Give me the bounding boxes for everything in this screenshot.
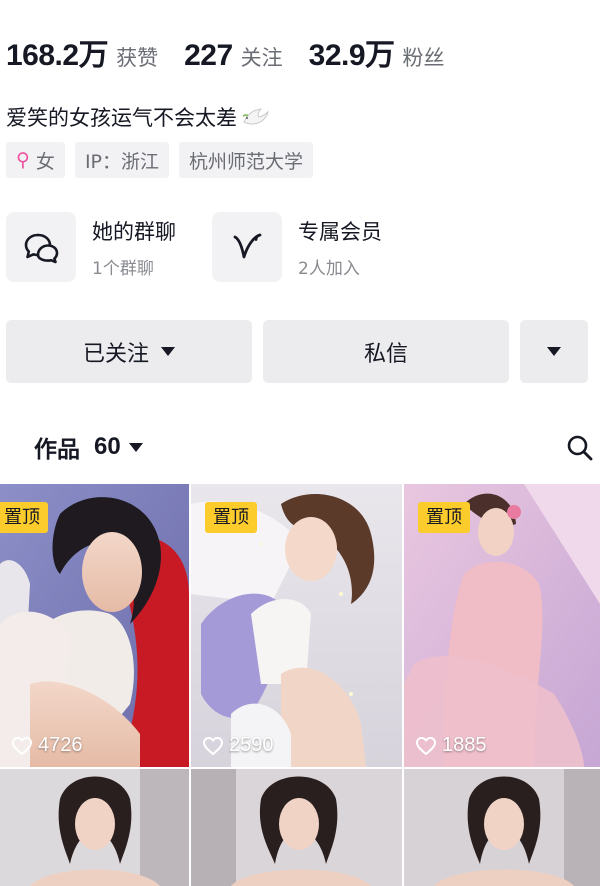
video-cover-image xyxy=(0,769,189,886)
pinned-badge: 置顶 xyxy=(205,502,257,533)
likes-label: 获赞 xyxy=(116,46,159,70)
followers-count: 32.9万 xyxy=(308,39,395,72)
video-thumbnail[interactable] xyxy=(191,769,402,886)
more-dropdown-button[interactable] xyxy=(520,320,588,383)
bio-text: 爱笑的女孩运气不会太差 xyxy=(6,106,237,130)
works-tab[interactable]: 作品 60 xyxy=(34,430,143,464)
caret-down-icon xyxy=(547,347,561,356)
likes-count: 168.2万 xyxy=(6,39,109,72)
like-count: 2590 xyxy=(203,734,274,757)
video-cover-image xyxy=(404,769,600,886)
like-count-text: 2590 xyxy=(229,734,274,756)
membership-sub: 2人加入 xyxy=(298,258,360,279)
caret-down-icon xyxy=(128,442,143,452)
v-membership-icon xyxy=(212,212,282,282)
pinned-badge: 置顶 xyxy=(418,502,470,533)
message-button[interactable]: 私信 xyxy=(263,320,509,383)
video-thumbnail[interactable]: 置顶 1885 xyxy=(404,484,600,767)
followers-label: 粉丝 xyxy=(402,46,445,70)
like-count: 4726 xyxy=(12,734,83,757)
membership-title: 专属会员 xyxy=(298,219,382,244)
pinned-badge: 置顶 xyxy=(0,502,48,533)
search-icon[interactable] xyxy=(566,434,594,462)
stat-following[interactable]: 227 关注 xyxy=(184,39,283,73)
action-buttons: 已关注 私信 xyxy=(6,320,588,383)
school-tag[interactable]: 杭州师范大学 xyxy=(179,142,314,178)
video-thumbnail[interactable] xyxy=(404,769,600,886)
ip-text: IP：浙江 xyxy=(84,150,159,173)
works-count: 60 xyxy=(94,433,121,460)
heart-icon xyxy=(12,736,32,755)
ip-location-tag: IP：浙江 xyxy=(74,142,169,178)
school-text: 杭州师范大学 xyxy=(189,150,304,173)
profile-stats: 168.2万 获赞 227 关注 32.9万 粉丝 xyxy=(6,30,471,74)
video-thumbnail[interactable] xyxy=(0,769,189,886)
gender-text: 女 xyxy=(35,150,55,173)
group-chat-title: 她的群聊 xyxy=(92,219,176,244)
video-thumbnail[interactable]: 置顶 4726 xyxy=(0,484,189,767)
gender-tag: ⚲ 女 xyxy=(6,142,65,178)
profile-tags: ⚲ 女 IP：浙江 杭州师范大学 xyxy=(6,142,323,178)
stat-followers[interactable]: 32.9万 粉丝 xyxy=(309,30,445,74)
following-label: 关注 xyxy=(240,46,283,70)
membership-card[interactable]: 专属会员 2人加入 xyxy=(212,212,382,282)
stat-likes[interactable]: 168.2万 获赞 xyxy=(6,30,158,74)
group-chat-sub: 1个群聊 xyxy=(92,258,154,279)
female-symbol-icon: ⚲ xyxy=(16,149,30,171)
followed-button[interactable]: 已关注 xyxy=(6,320,252,383)
heart-icon xyxy=(416,736,436,755)
followed-label: 已关注 xyxy=(82,341,149,367)
message-label: 私信 xyxy=(363,341,408,367)
video-cover-image xyxy=(191,769,402,886)
like-count: 1885 xyxy=(416,734,487,757)
following-count: 227 xyxy=(184,39,233,72)
profile-bio: 爱笑的女孩运气不会太差 xyxy=(6,102,269,132)
caret-down-icon xyxy=(161,347,175,356)
heart-icon xyxy=(203,736,223,755)
dove-emoji-icon xyxy=(242,108,269,125)
group-chat-card[interactable]: 她的群聊 1个群聊 xyxy=(6,212,176,282)
video-thumbnail[interactable]: 置顶 2590 xyxy=(191,484,402,767)
feature-cards: 她的群聊 1个群聊 专属会员 2人加入 xyxy=(6,212,418,282)
like-count-text: 4726 xyxy=(38,734,83,756)
like-count-text: 1885 xyxy=(442,734,487,756)
chat-group-icon xyxy=(6,212,76,282)
works-label: 作品 xyxy=(34,437,80,463)
